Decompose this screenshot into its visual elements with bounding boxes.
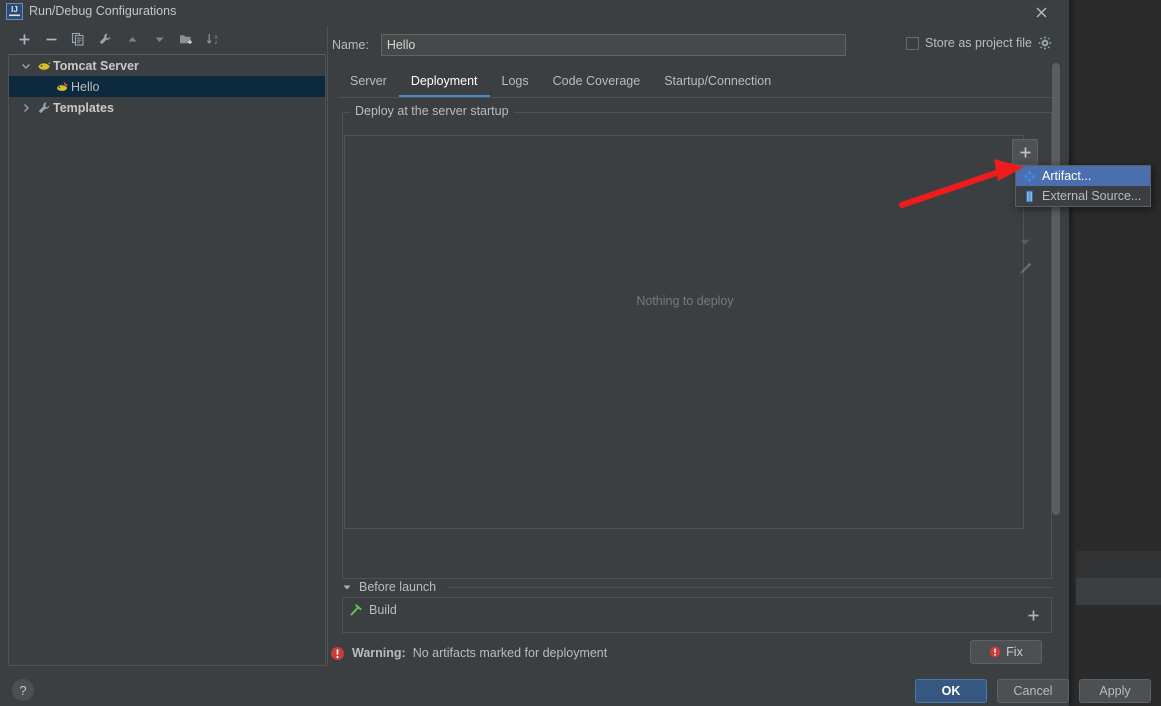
apply-button[interactable]: Apply (1079, 679, 1151, 703)
tomcat-icon (35, 59, 53, 73)
svg-text:IJ: IJ (11, 5, 18, 14)
tab-code-coverage[interactable]: Code Coverage (541, 70, 653, 98)
tabs-underline (338, 97, 1053, 98)
tree-item-label: Tomcat Server (53, 59, 139, 73)
backdrop-band-upper (1076, 551, 1161, 578)
configurations-panel: a z Tomcat Server (8, 26, 326, 666)
intellij-idea-icon: IJ (6, 3, 23, 20)
warning-message: No artifacts marked for deployment (413, 646, 608, 660)
configurations-tree[interactable]: Tomcat Server Hello (8, 54, 326, 666)
close-icon[interactable] (1023, 0, 1059, 24)
tab-logs[interactable]: Logs (490, 70, 541, 98)
deploy-add-button[interactable] (1012, 139, 1038, 165)
menu-item-label: Artifact... (1042, 169, 1091, 183)
help-button[interactable]: ? (12, 679, 34, 701)
before-launch-item-build[interactable]: Build (343, 598, 1015, 622)
tab-deployment[interactable]: Deployment (399, 70, 490, 98)
tree-item-tomcat-server[interactable]: Tomcat Server (9, 55, 325, 76)
tab-startup-connection[interactable]: Startup/Connection (652, 70, 783, 98)
chevron-down-icon[interactable] (17, 61, 35, 71)
cancel-button[interactable]: Cancel (997, 679, 1069, 703)
before-launch-list[interactable]: Build (342, 597, 1052, 633)
menu-item-label: External Source... (1042, 189, 1141, 203)
tree-item-label: Hello (71, 80, 100, 94)
folder-add-icon[interactable] (174, 28, 198, 50)
tree-item-label: Templates (53, 101, 114, 115)
tree-item-hello[interactable]: Hello (9, 76, 325, 97)
empty-state-text: Nothing to deploy (345, 294, 1025, 308)
deployment-list-toolbar (1012, 139, 1038, 279)
triangle-down-icon[interactable] (342, 582, 352, 592)
run-debug-configurations-dialog: IJ Run/Debug Configurations (0, 0, 1069, 706)
ok-button[interactable]: OK (915, 679, 987, 703)
deploy-move-down-button[interactable] (1012, 229, 1038, 255)
arrow-down-icon[interactable] (147, 28, 171, 50)
before-launch-divider (447, 587, 1052, 588)
configurations-toolbar: a z (8, 26, 326, 52)
details-scrollbar-track[interactable] (1050, 63, 1062, 548)
before-launch-label: Before launch (359, 580, 436, 594)
tomcat-run-icon (53, 80, 71, 94)
build-hammer-icon (349, 603, 363, 617)
add-configuration-button[interactable] (12, 28, 36, 50)
before-launch-add-button[interactable] (1015, 598, 1051, 632)
gear-icon[interactable] (1038, 36, 1052, 50)
deployment-artifacts-list[interactable]: Nothing to deploy (344, 135, 1024, 529)
copy-configuration-button[interactable] (66, 28, 90, 50)
configuration-tabs[interactable]: Server Deployment Logs Code Coverage Sta… (338, 70, 1053, 98)
deploy-group-title: Deploy at the server startup (350, 104, 514, 118)
error-icon (989, 646, 1001, 658)
error-icon (330, 646, 345, 661)
deploy-edit-button[interactable] (1012, 255, 1038, 281)
menu-item-external-source[interactable]: External Source... (1016, 186, 1150, 206)
sort-az-icon[interactable]: a z (201, 28, 225, 50)
dialog-title: Run/Debug Configurations (29, 4, 176, 18)
backdrop-band-middle (1076, 578, 1161, 605)
chevron-right-icon[interactable] (17, 103, 35, 113)
wrench-icon[interactable] (93, 28, 117, 50)
before-launch-header[interactable]: Before launch (342, 577, 1052, 597)
artifact-icon (1022, 169, 1036, 183)
name-label: Name: (332, 38, 369, 52)
menu-item-artifact[interactable]: Artifact... (1016, 166, 1150, 186)
before-launch-item-label: Build (369, 603, 397, 617)
backdrop-band-lower (1076, 605, 1161, 623)
store-as-project-file-checkbox[interactable]: Store as project file (906, 36, 1052, 50)
fix-button[interactable]: Fix (970, 640, 1042, 664)
warning-label: Warning: (352, 646, 406, 660)
store-as-project-file-label: Store as project file (925, 36, 1032, 50)
checkbox-box[interactable] (906, 37, 919, 50)
configuration-details-panel: Name: Store as project file Server Deplo… (332, 26, 1062, 666)
svg-text:z: z (214, 40, 217, 46)
fix-button-label: Fix (1006, 645, 1023, 659)
tab-server[interactable]: Server (338, 70, 399, 98)
dialog-button-bar: OK Cancel Apply (915, 679, 1151, 703)
arrow-up-icon[interactable] (120, 28, 144, 50)
dialog-title-bar: IJ Run/Debug Configurations (0, 0, 1069, 24)
remove-configuration-button[interactable] (39, 28, 63, 50)
details-scrollbar-thumb[interactable] (1052, 63, 1060, 515)
name-input[interactable] (381, 34, 846, 56)
wrench-icon (35, 101, 53, 115)
add-deployment-popup-menu[interactable]: Artifact... External Source... (1015, 165, 1151, 207)
panel-divider (327, 26, 328, 666)
warning-row: Warning: No artifacts marked for deploym… (330, 640, 1062, 666)
external-source-icon (1022, 189, 1036, 203)
tree-item-templates[interactable]: Templates (9, 97, 325, 118)
